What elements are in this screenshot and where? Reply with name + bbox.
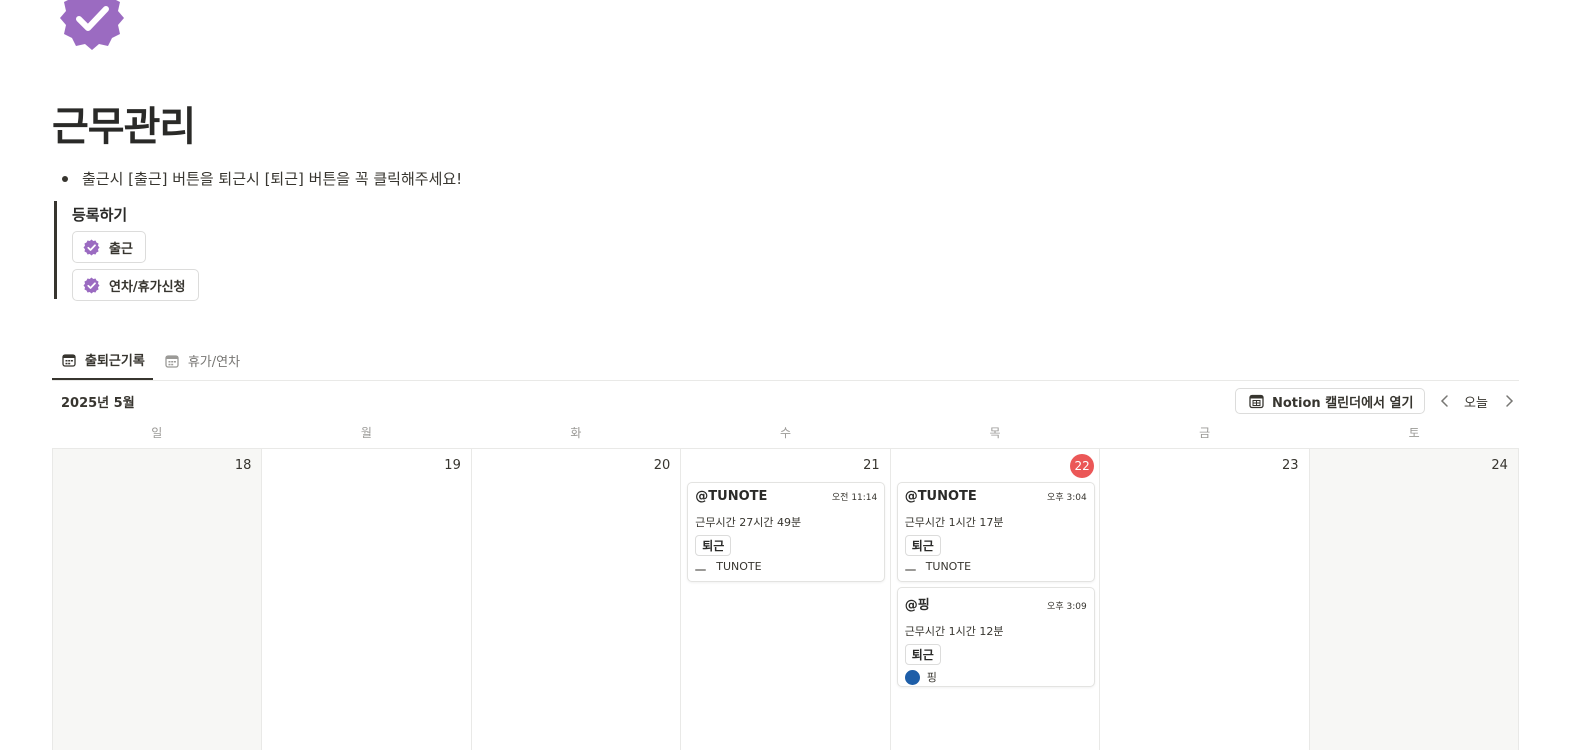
event-duration: 근무시간 27시간 49분 [695,516,802,529]
calendar-day-cell[interactable]: 18 [53,449,263,750]
status-badge: 퇴근 [695,535,732,556]
today-button[interactable]: 오늘 [1464,392,1488,411]
calendar-day-cell[interactable]: 23 [1100,449,1310,750]
weekday-label: 토 [1408,426,1420,440]
weekday-label: 일 [151,426,163,440]
event-card[interactable]: @핑 오후 3:09 근무시간 1시간 12분 퇴근 핑 [896,587,1095,687]
calendar-day-cell[interactable]: 20 [471,449,682,750]
instruction-text: 출근시 [출근] 버튼을 퇴근시 [퇴근] 버튼을 꼭 클릭해주세요! [82,170,463,188]
day-number: 19 [444,458,461,473]
avatar [904,568,916,571]
event-card[interactable]: @TUNOTE 오후 3:04 근무시간 1시간 17분 퇴근 TUNOTE [896,482,1095,582]
calendar-day-cell[interactable]: 21 @TUNOTE 오전 11:14 근무시간 27시간 49분 퇴근 TUN… [681,449,891,750]
calendar-icon [62,353,76,367]
weekday-label: 금 [1199,426,1211,440]
leave-request-button[interactable]: 연차/휴가신청 [72,269,199,301]
person-name: 핑 [926,671,937,684]
weekday-header: 일 월 화 수 목 금 토 [52,424,1519,441]
bullet-dot [62,175,68,182]
view-tabs: 출퇴근기록 휴가/연차 [52,341,1519,381]
instruction-bullet: 출근시 [출근] 버튼을 퇴근시 [퇴근] 버튼을 꼭 클릭해주세요! [62,168,462,189]
day-number: 18 [234,458,252,473]
event-time: 오후 3:04 [1047,493,1087,503]
month-label: 2025년 5월 [61,396,135,411]
verified-badge-icon[interactable] [58,0,126,52]
tab-label: 휴가/연차 [187,355,241,370]
open-in-notion-calendar-button[interactable]: Notion 캘린더에서 열기 [1235,388,1426,414]
verified-badge-icon [83,277,100,293]
weekday-label: 화 [570,426,582,440]
page-title: 근무관리 [52,104,196,150]
day-number: 21 [863,458,880,473]
event-card[interactable]: @TUNOTE 오전 11:14 근무시간 27시간 49분 퇴근 TUNOTE [687,482,886,582]
calendar-grid: 18 19 20 21 @TUNOTE 오전 11:14 근무시간 27시간 4… [52,448,1519,750]
tab-label: 출퇴근기록 [85,354,145,369]
status-badge: 퇴근 [904,644,941,665]
event-name: @TUNOTE [695,489,768,504]
chevron-left-icon[interactable] [1437,392,1453,410]
today-day-number: 22 [1070,454,1095,478]
status-badge: 퇴근 [904,535,941,556]
calendar-day-cell[interactable]: 19 [262,449,472,750]
day-number: 23 [1281,458,1299,473]
weekday-label: 월 [360,426,372,440]
person-name: TUNOTE [925,560,972,573]
notion-calendar-icon [1249,394,1264,408]
person-name: TUNOTE [716,560,762,573]
event-duration: 근무시간 1시간 12분 [904,625,1004,638]
verified-badge-icon [83,239,100,255]
day-number: 24 [1491,458,1508,473]
avatar [904,669,920,685]
event-name: @핑 [904,598,930,613]
calendar-day-cell[interactable]: 24 [1309,449,1519,750]
event-name: @TUNOTE [904,489,977,504]
clock-in-button[interactable]: 출근 [72,231,146,263]
calendar-day-cell[interactable]: 22 @TUNOTE 오후 3:04 근무시간 1시간 17분 퇴근 TUNOT… [890,449,1101,750]
leave-request-label: 연차/휴가신청 [109,279,186,295]
register-callout: 등록하기 출근 연차/휴가신청 [54,201,199,301]
calendar-icon [165,354,179,368]
chevron-right-icon[interactable] [1501,392,1517,410]
tab-attendance-log[interactable]: 출퇴근기록 [52,341,153,380]
avatar [695,568,707,571]
event-time: 오전 11:14 [831,493,878,503]
day-number: 20 [653,458,671,473]
event-time: 오후 3:09 [1047,602,1087,612]
weekday-label: 수 [779,426,791,440]
weekday-label: 목 [989,426,1001,440]
clock-in-label: 출근 [109,241,133,257]
tab-vacation[interactable]: 휴가/연차 [155,341,248,380]
open-in-notion-label: Notion 캘린더에서 열기 [1272,395,1414,411]
callout-heading: 등록하기 [72,206,128,224]
event-duration: 근무시간 1시간 17분 [904,516,1004,529]
